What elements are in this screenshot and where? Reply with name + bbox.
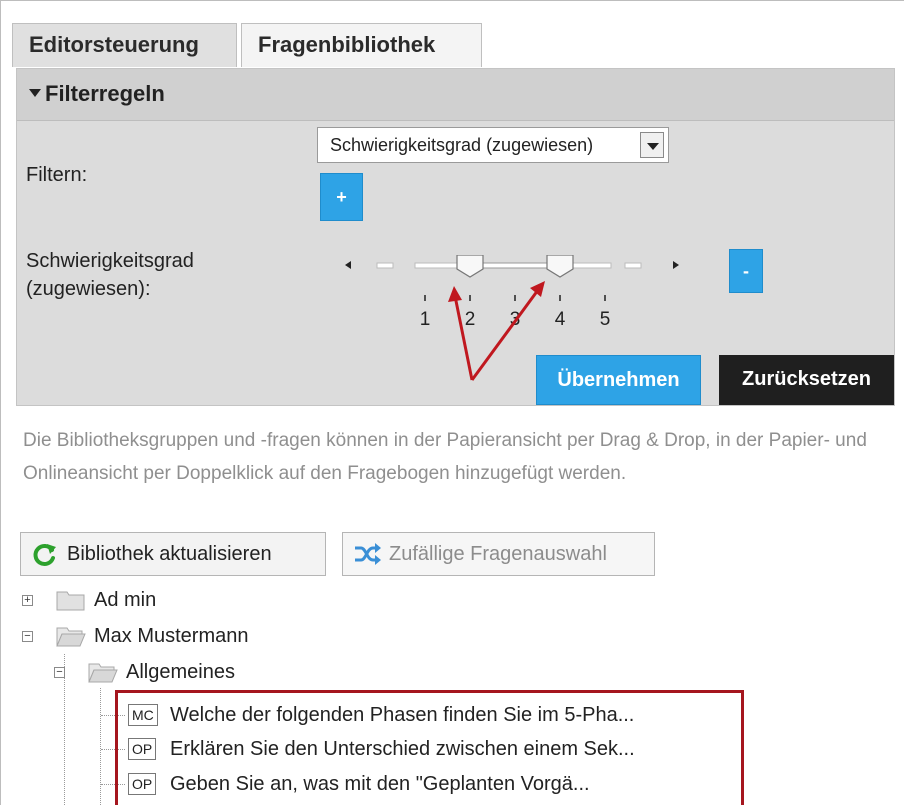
shuffle-icon <box>355 543 381 565</box>
slider-right-arrow-icon[interactable] <box>673 261 679 269</box>
collapse-icon[interactable]: − <box>22 631 33 642</box>
info-text: Die Bibliotheksgruppen und -fragen könne… <box>23 430 867 484</box>
slider-left-arrow-icon[interactable] <box>345 261 351 269</box>
filter-select-value: Schwierigkeitsgrad (zugewiesen) <box>330 135 594 155</box>
tab-editorsteuerung[interactable]: Editorsteuerung <box>12 23 237 67</box>
tree-node-label: Ad min <box>94 589 157 611</box>
dropdown-arrow-icon[interactable] <box>640 132 664 158</box>
difficulty-label-line2: (zugewiesen): <box>26 278 151 300</box>
question-item[interactable]: OP Erklären Sie den Unterschied zwischen… <box>128 733 740 765</box>
slider-tick-label: 4 <box>555 309 566 330</box>
collapse-icon[interactable]: − <box>54 667 65 678</box>
slider-tick-label: 2 <box>465 309 476 330</box>
tree-connector <box>100 688 101 805</box>
difficulty-label-line1: Schwierigkeitsgrad <box>26 250 194 272</box>
tree-node-label: Allgemeines <box>126 661 235 683</box>
tree-node-max-mustermann[interactable]: − Max Mustermann <box>22 620 342 652</box>
question-item[interactable]: MC Welche der folgenden Phasen finden Si… <box>128 699 740 731</box>
random-question-label: Zufällige Fragenauswahl <box>389 543 607 565</box>
reset-button[interactable]: Zurücksetzen <box>719 355 894 405</box>
question-text: Geben Sie an, was mit den "Geplanten Vor… <box>170 773 590 795</box>
filter-panel-title: Filterregeln <box>45 81 165 106</box>
expand-icon[interactable]: + <box>22 595 33 606</box>
question-text: Welche der folgenden Phasen finden Sie i… <box>170 704 635 726</box>
refresh-library-label: Bibliothek aktualisieren <box>67 543 272 565</box>
question-type-badge: MC <box>128 704 158 726</box>
filter-panel: Filterregeln Filtern: Schwierigkeitsgrad… <box>16 68 895 406</box>
question-item[interactable]: OP Geben Sie an, was mit den "Geplanten … <box>128 768 740 800</box>
collapse-caret-icon[interactable] <box>29 89 41 97</box>
slider-handle-max[interactable] <box>546 254 574 278</box>
tree-node-label: Max Mustermann <box>94 625 249 647</box>
refresh-library-button[interactable]: Bibliothek aktualisieren <box>20 532 326 576</box>
question-type-badge: OP <box>128 773 157 795</box>
filter-panel-header[interactable]: Filterregeln <box>17 69 894 121</box>
slider-tick-label: 3 <box>510 309 521 330</box>
filter-label: Filtern: <box>26 164 88 186</box>
random-question-button[interactable]: Zufällige Fragenauswahl <box>342 532 655 576</box>
tree-node-allgemeines[interactable]: − Allgemeines <box>54 656 354 688</box>
question-type-badge: OP <box>128 738 157 760</box>
tree-node-ad-min[interactable]: + Ad min <box>22 584 322 616</box>
filter-select[interactable]: Schwierigkeitsgrad (zugewiesen) <box>317 127 669 163</box>
slider-tick-label: 1 <box>420 309 431 330</box>
slider-handle-min[interactable] <box>456 254 484 278</box>
tab-fragenbibliothek[interactable]: Fragenbibliothek <box>241 23 482 67</box>
add-filter-button[interactable]: + <box>320 173 363 221</box>
folder-icon <box>56 591 85 611</box>
apply-button[interactable]: Übernehmen <box>536 355 701 405</box>
refresh-icon <box>33 544 56 566</box>
slider-tick-label: 5 <box>600 309 611 330</box>
question-text: Erklären Sie den Unterschied zwischen ei… <box>170 738 635 760</box>
slider-graphic: 1 2 3 4 5 <box>345 254 679 330</box>
remove-filter-button[interactable]: - <box>729 249 763 293</box>
difficulty-range-slider[interactable]: 1 2 3 4 5 <box>337 254 697 345</box>
open-folder-icon <box>56 627 86 647</box>
open-folder-icon <box>88 663 118 683</box>
